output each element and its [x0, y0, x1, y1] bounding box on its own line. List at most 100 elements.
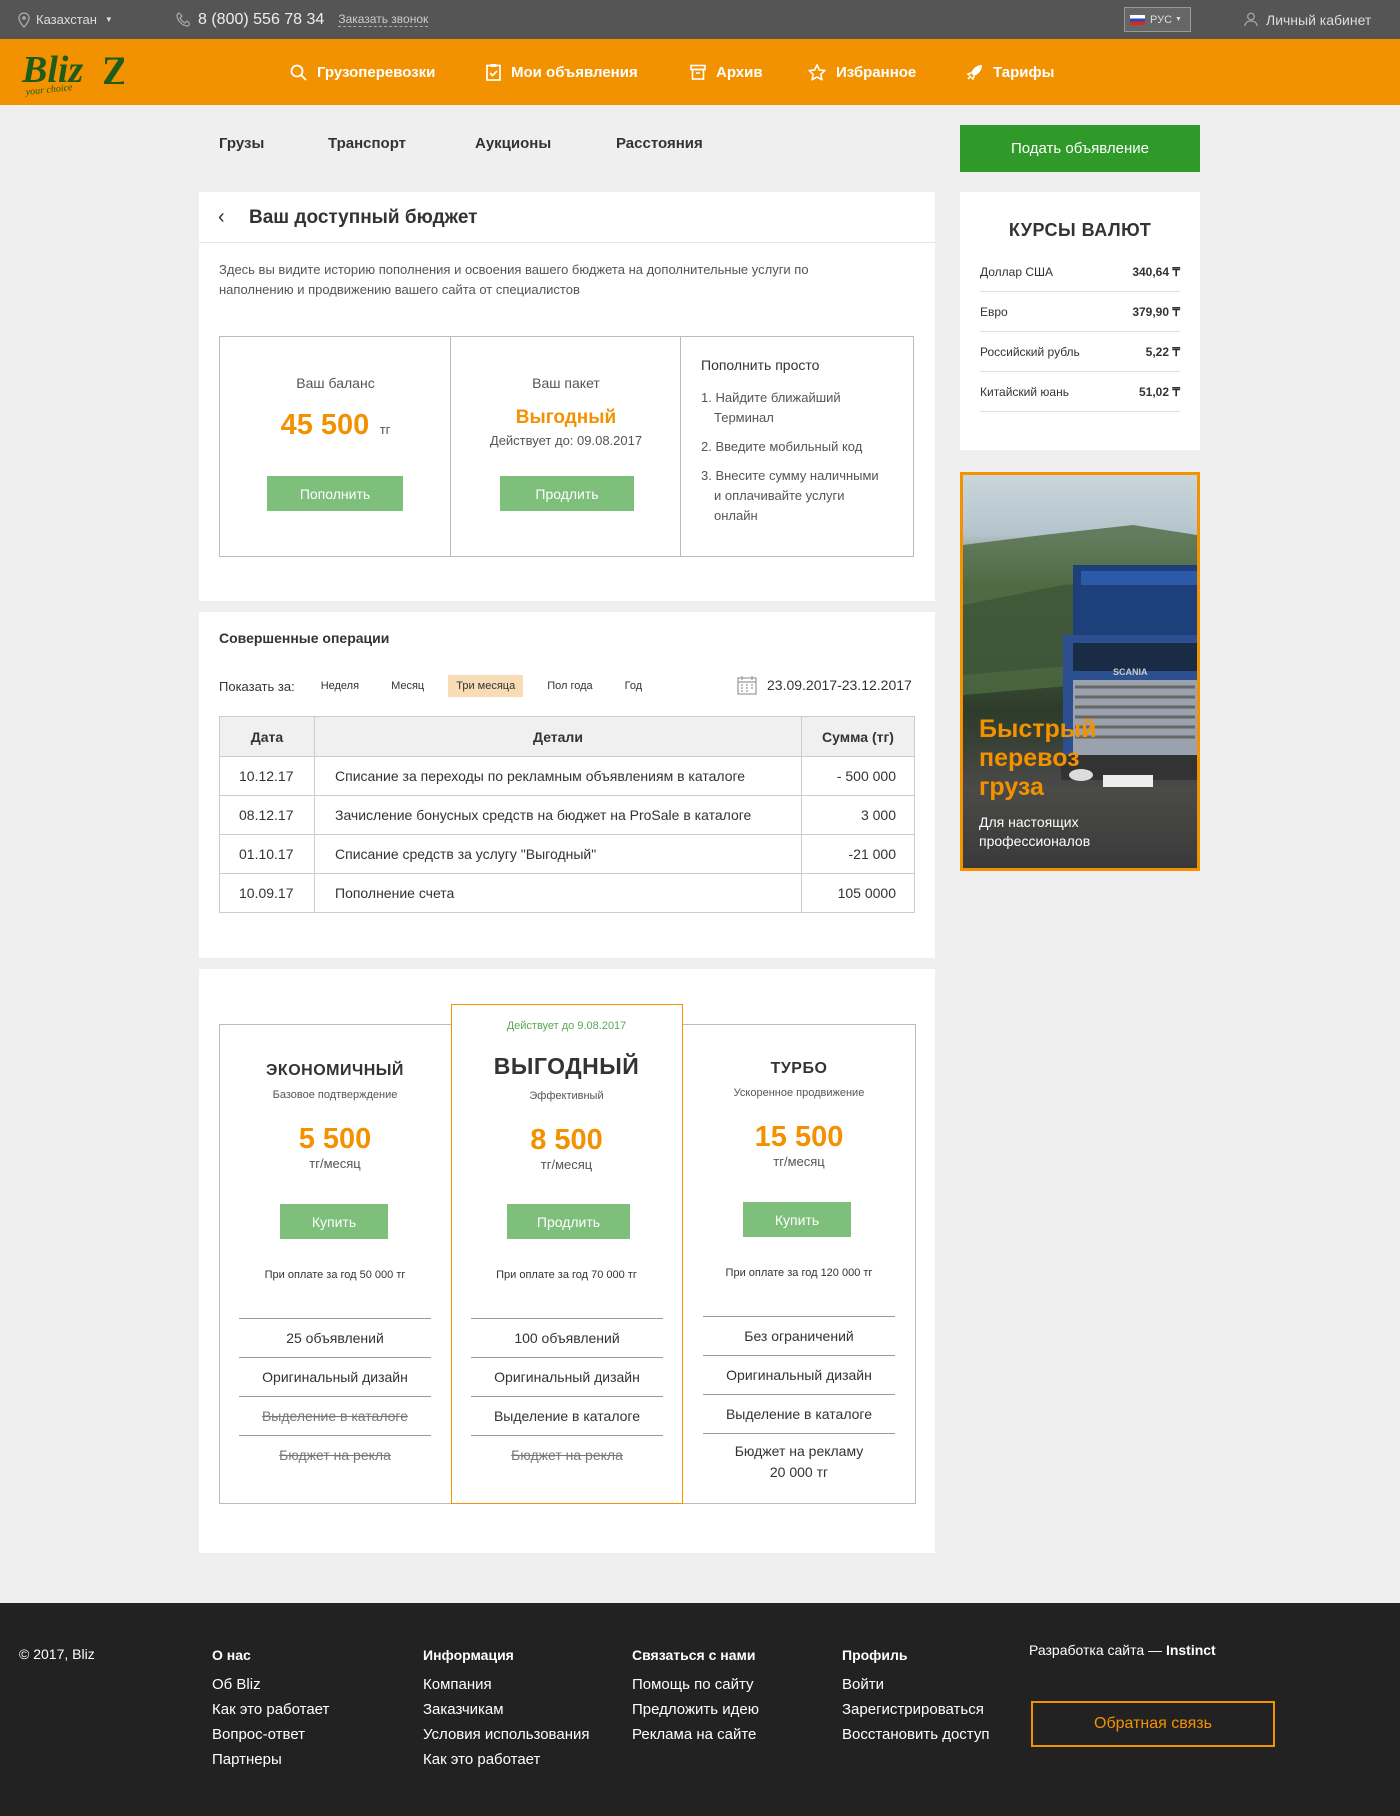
user-icon — [1244, 12, 1258, 27]
period-month[interactable]: Месяц — [383, 675, 432, 697]
plan-feature-disabled: Выделение в каталоге — [239, 1396, 431, 1435]
ad-subtitle-line: профессионалов — [979, 833, 1091, 849]
table-row: 10.09.17 Пополнение счета 105 0000 — [219, 873, 915, 913]
period-year[interactable]: Год — [617, 675, 651, 697]
subnav-transport[interactable]: Транспорт — [328, 135, 406, 152]
ad-subtitle-line: Для настоящих — [979, 814, 1079, 830]
nav-label: Грузоперевозки — [317, 63, 436, 81]
period-three-months[interactable]: Три месяца — [448, 675, 524, 697]
period-week[interactable]: Неделя — [313, 675, 367, 697]
plan-feature-disabled: Бюджет на рекла — [239, 1435, 431, 1474]
period-filter: Показать за: Неделя Месяц Три месяца Пол… — [219, 675, 650, 697]
footer-link[interactable]: Вопрос-ответ — [212, 1722, 329, 1747]
currency-value: 340,64 ₸ — [1132, 264, 1180, 279]
svg-text:Z: Z — [102, 48, 124, 93]
rocket-icon — [966, 64, 982, 80]
subnav-distances[interactable]: Расстояния — [616, 135, 703, 152]
footer-col-info: Информация Компания Заказчикам Условия и… — [423, 1643, 590, 1772]
budget-header: ‹ Ваш доступный бюджет — [199, 192, 935, 243]
plan-feature: Без ограничений — [703, 1316, 895, 1355]
plan-features: Без ограничений Оригинальный дизайн Выде… — [703, 1316, 895, 1480]
plan-yearly: При оплате за год 70 000 тг — [496, 1269, 637, 1281]
personal-cabinet-link[interactable]: Личный кабинет — [1244, 0, 1371, 39]
phone-number[interactable]: 8 (800) 556 78 34 — [198, 11, 324, 29]
plan-feature: Бюджет на рекламу — [703, 1433, 895, 1468]
plan-subtitle: Эффективный — [529, 1090, 604, 1102]
period-half-year[interactable]: Пол года — [539, 675, 600, 697]
plan-feature: Оригинальный дизайн — [471, 1357, 663, 1396]
footer-link[interactable]: Предложить идею — [632, 1697, 759, 1722]
footer-col-profile: Профиль Войти Зарегистрироваться Восстан… — [842, 1643, 989, 1747]
nav-item-my-ads[interactable]: Мои объявления — [486, 39, 638, 105]
logo[interactable]: Bliz Z your choice — [20, 48, 129, 98]
footer-link[interactable]: Условия использования — [423, 1722, 590, 1747]
column-header: Сумма (тг) — [801, 716, 915, 757]
footer-link[interactable]: Заказчикам — [423, 1697, 590, 1722]
footer-link[interactable]: Реклама на сайте — [632, 1722, 759, 1747]
table-row: 08.12.17 Зачисление бонусных средств на … — [219, 795, 915, 835]
balance-value: 45 500 — [280, 409, 370, 441]
nav-item-archive[interactable]: Архив — [690, 39, 763, 105]
currency-name: Российский рубль — [980, 344, 1080, 359]
column-header: Детали — [314, 716, 802, 757]
footer-link[interactable]: Восстановить доступ — [842, 1722, 989, 1747]
buy-button[interactable]: Купить — [280, 1204, 388, 1239]
nav-item-favorites[interactable]: Избранное — [808, 39, 916, 105]
amount-cell: 105 0000 — [801, 873, 915, 913]
footer-link[interactable]: Как это работает — [212, 1697, 329, 1722]
region-selector[interactable]: Казахстан ▼ — [18, 0, 113, 39]
plan-features: 25 объявлений Оригинальный дизайн Выделе… — [239, 1318, 431, 1474]
balance-amount: 45 500 тг — [220, 409, 451, 442]
footer-link[interactable]: Как это работает — [423, 1747, 590, 1772]
show-label: Показать за: — [219, 678, 295, 694]
plan-yearly: При оплате за год 120 000 тг — [725, 1267, 873, 1279]
region-label: Казахстан — [36, 12, 97, 27]
currency-value: 5,22 ₸ — [1145, 344, 1180, 359]
extend-plan-button[interactable]: Продлить — [507, 1204, 630, 1239]
currency-value: 51,02 ₸ — [1139, 384, 1180, 399]
language-selector[interactable]: РУС ▼ — [1124, 7, 1191, 32]
footer-link[interactable]: Компания — [423, 1672, 590, 1697]
details-cell: Зачисление бонусных средств на бюджет на… — [314, 795, 802, 835]
subnav-auctions[interactable]: Аукционы — [475, 135, 551, 152]
phone-icon — [176, 11, 190, 27]
plan-feature-amount: 20 000 тг — [769, 1464, 829, 1480]
back-arrow-icon[interactable]: ‹ — [218, 206, 225, 229]
buy-button[interactable]: Купить — [743, 1202, 851, 1237]
plan-feature: Выделение в каталоге — [703, 1394, 895, 1433]
nav-label: Избранное — [836, 63, 917, 81]
plan-features: 100 объявлений Оригинальный дизайн Выдел… — [471, 1318, 663, 1474]
footer-link[interactable]: Об Bliz — [212, 1672, 329, 1697]
location-pin-icon — [18, 11, 30, 28]
ad-banner[interactable]: SCANIA Быстрый перевоз груза Для настоящ… — [960, 472, 1200, 871]
plan-feature: 100 объявлений — [471, 1318, 663, 1357]
footer-link[interactable]: Войти — [842, 1672, 989, 1697]
nav-item-cargo[interactable]: Грузоперевозки — [290, 39, 435, 105]
copyright: © 2017, Bliz — [19, 1646, 95, 1662]
rate-row: Доллар США 340,64 ₸ — [980, 252, 1180, 292]
budget-card: ‹ Ваш доступный бюджет Здесь вы видите и… — [199, 192, 935, 601]
ad-title-line: Быстрый — [979, 715, 1097, 743]
date-range-picker[interactable]: 23.09.2017-23.12.2017 — [737, 675, 912, 695]
subnav-cargo[interactable]: Грузы — [219, 135, 264, 152]
topup-button[interactable]: Пополнить — [267, 476, 403, 511]
feedback-button[interactable]: Обратная связь — [1031, 1701, 1275, 1747]
developer-credit[interactable]: Разработка сайта — Instinct — [1029, 1642, 1216, 1658]
footer-col-title: О нас — [212, 1647, 251, 1663]
post-ad-button[interactable]: Подать объявление — [960, 125, 1200, 172]
plan-price: 5 500 — [298, 1123, 372, 1155]
callback-link[interactable]: Заказать звонок — [338, 12, 429, 27]
plan-feature: Оригинальный дизайн — [703, 1355, 895, 1394]
easy-topup-title: Пополнить просто — [701, 357, 820, 373]
nav-item-tariffs[interactable]: Тарифы — [966, 39, 1054, 105]
plan-name: ВЫГОДНЫЙ — [493, 1053, 640, 1079]
footer-link[interactable]: Помощь по сайту — [632, 1672, 759, 1697]
budget-summary: Ваш баланс 45 500 тг Пополнить Ваш пакет… — [219, 336, 914, 557]
developer-name: Instinct — [1165, 1642, 1216, 1658]
footer-col-about: О нас Об Bliz Как это работает Вопрос-от… — [212, 1643, 329, 1772]
truck-image: SCANIA — [963, 525, 1197, 787]
footer-link[interactable]: Партнеры — [212, 1747, 329, 1772]
footer-link[interactable]: Зарегистрироваться — [842, 1697, 989, 1722]
chevron-down-icon: ▼ — [1175, 16, 1182, 23]
extend-button[interactable]: Продлить — [500, 476, 634, 511]
